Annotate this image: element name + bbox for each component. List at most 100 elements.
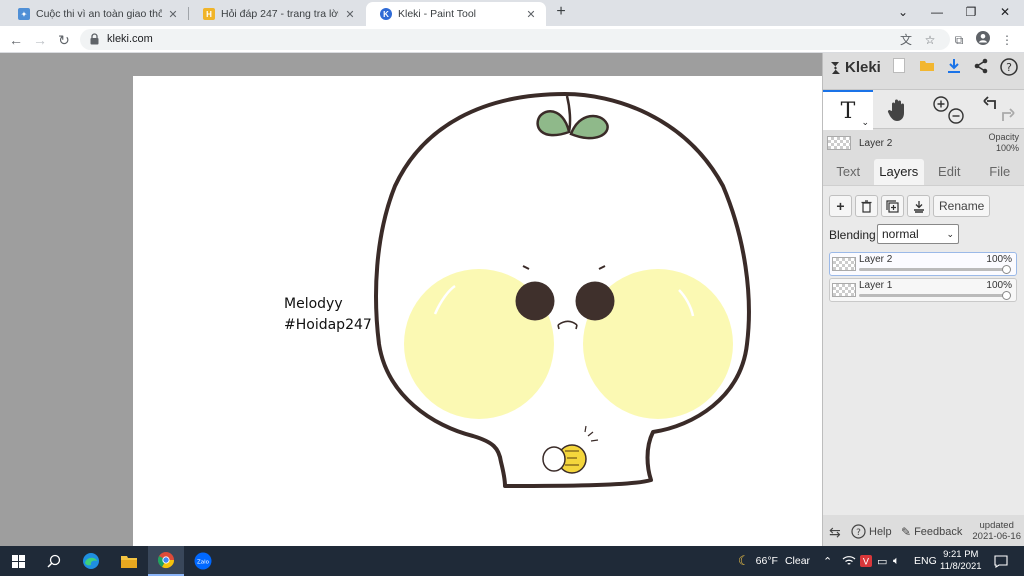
layer-row-layer-1[interactable]: Layer 1 100% (829, 278, 1017, 302)
restore-button[interactable]: ❐ (954, 0, 988, 26)
undo-redo-buttons (974, 90, 1024, 130)
tool-bar: T ⌄ (823, 89, 1024, 130)
new-tab-button[interactable]: + (552, 3, 570, 21)
browser-tab-atgt[interactable]: ✦ Cuộc thi vì an toàn giao thông th ✕ (4, 2, 188, 26)
tab-text[interactable]: Text (823, 159, 874, 185)
rename-layer-button[interactable]: Rename (933, 195, 991, 217)
canvas-text-line: Melodyy (284, 296, 343, 312)
lock-icon (90, 33, 99, 45)
tab-edit[interactable]: Edit (924, 159, 975, 185)
hand-tool-button[interactable] (873, 90, 923, 130)
current-layer-info: Layer 2 Opacity 100% (823, 132, 1024, 158)
duplicate-layer-button[interactable] (881, 195, 904, 217)
vivaldi-tray-icon[interactable]: V (860, 546, 872, 576)
text-tool-button[interactable]: T ⌄ (823, 90, 873, 130)
windows-start-icon[interactable] (0, 546, 36, 576)
text-tool-icon: T (840, 98, 856, 124)
layer-row-layer-2[interactable]: Layer 2 100% (829, 252, 1017, 276)
clock-date: 11/8/2021 (940, 561, 982, 572)
add-layer-button[interactable]: + (829, 195, 852, 217)
url-text: kleki.com (107, 33, 153, 45)
browser-tab-kleki[interactable]: K Kleki - Paint Tool ✕ (366, 2, 546, 26)
language-indicator[interactable]: ENG (914, 546, 937, 576)
volume-icon[interactable]: 🔈︎ (893, 546, 900, 576)
kleki-favicon-icon: K (380, 8, 392, 20)
layer-opacity: 100% (986, 254, 1012, 265)
close-tab-icon[interactable]: ✕ (343, 8, 357, 21)
profile-avatar-icon[interactable] (974, 31, 992, 49)
extensions-puzzle-icon[interactable]: ⧉ (950, 31, 968, 49)
help-button[interactable]: ? Help (851, 524, 892, 539)
slider-knob[interactable] (1002, 291, 1011, 300)
chrome-taskbar-icon[interactable] (148, 546, 184, 576)
svg-text:V: V (863, 558, 870, 568)
drawing-canvas[interactable]: Melodyy #Hoidap247 (133, 76, 822, 546)
zoom-in-out-icon[interactable] (931, 95, 967, 125)
bookmark-star-icon[interactable]: ☆ (921, 31, 939, 49)
zoom-buttons (924, 90, 974, 130)
download-icon[interactable] (944, 58, 964, 78)
weather-widget[interactable]: ☾ 66°F Clear (738, 546, 810, 576)
layer-name: Layer 2 (859, 254, 893, 265)
share-icon[interactable] (971, 58, 991, 78)
forward-arrow-icon[interactable]: → (30, 30, 50, 50)
file-explorer-icon[interactable] (111, 546, 147, 576)
swap-side-icon[interactable]: ⇆ (829, 524, 841, 541)
kleki-workspace[interactable]: Melodyy #Hoidap247 (0, 53, 822, 546)
back-arrow-icon[interactable]: ← (6, 30, 26, 50)
zalo-icon[interactable]: Zalo (185, 546, 221, 576)
search-icon[interactable] (36, 546, 72, 576)
blending-select[interactable]: normal ⌄ (877, 224, 959, 244)
help-circle-icon: ? (851, 524, 866, 539)
layer-opacity-slider[interactable] (859, 265, 1011, 274)
current-layer-opacity: Opacity 100% (988, 132, 1019, 154)
close-tab-icon[interactable]: ✕ (166, 8, 180, 21)
right-eye (575, 281, 615, 321)
kleki-sidebar: Kleki ? T ⌄ Layer 2 Opacity 100% Text La… (822, 53, 1024, 546)
tab-layers[interactable]: Layers (873, 159, 924, 185)
feedback-button[interactable]: ✎ Feedback (901, 525, 962, 539)
minimize-button[interactable]: — (920, 0, 954, 26)
browser-tab-strip: ✦ Cuộc thi vì an toàn giao thông th ✕ H … (0, 0, 1024, 26)
layer-name: Layer 1 (859, 280, 893, 291)
chick-body (542, 446, 566, 472)
layers-panel: + Rename Blending normal ⌄ Layer 2 100% (823, 185, 1024, 515)
close-tab-icon[interactable]: ✕ (524, 8, 538, 21)
chrome-menu-icon[interactable]: ⋮ (998, 31, 1016, 49)
blending-label: Blending (829, 228, 876, 242)
svg-text:?: ? (1006, 61, 1012, 74)
open-folder-icon[interactable] (917, 58, 937, 78)
close-window-button[interactable]: ✕ (988, 0, 1022, 26)
undo-redo-icon[interactable] (981, 95, 1017, 125)
edge-browser-icon[interactable] (73, 546, 109, 576)
kleki-logo[interactable]: Kleki (829, 59, 881, 76)
merge-down-icon (913, 200, 924, 213)
translate-icon[interactable]: 文 (897, 31, 915, 49)
layer-opacity: 100% (986, 280, 1012, 291)
delete-layer-button[interactable] (855, 195, 878, 217)
reload-icon[interactable]: ↻ (54, 30, 74, 50)
browser-tab-hoidap[interactable]: H Hỏi đáp 247 - trang tra lời ✕ (189, 2, 365, 26)
feedback-label: Feedback (914, 526, 963, 538)
help-circle-icon[interactable]: ? (999, 58, 1019, 78)
chevron-down-icon: ⌄ (946, 229, 954, 239)
chevron-down-icon[interactable]: ⌄ (861, 117, 869, 128)
slider-knob[interactable] (1002, 265, 1011, 274)
show-hidden-icons-chevron[interactable]: ⌃ (823, 546, 832, 576)
clock[interactable]: 9:21 PM 11/8/2021 (940, 546, 982, 576)
pencil-icon: ✎ (901, 525, 912, 539)
address-bar[interactable]: kleki.com (80, 29, 950, 50)
notification-icon[interactable] (994, 546, 1008, 576)
layer-thumbnail (832, 283, 856, 297)
battery-icon[interactable]: ▭ (877, 546, 887, 576)
layer-thumbnail (827, 136, 851, 150)
network-wifi-icon[interactable] (842, 546, 856, 576)
tab-search-button[interactable]: ⌄ (886, 0, 920, 26)
left-eye (515, 281, 555, 321)
moon-icon: ☾ (738, 553, 750, 568)
layer-opacity-slider[interactable] (859, 291, 1011, 300)
new-file-icon[interactable] (889, 58, 909, 78)
duplicate-icon (886, 199, 899, 213)
merge-layer-button[interactable] (907, 195, 930, 217)
tab-file[interactable]: File (975, 159, 1024, 185)
